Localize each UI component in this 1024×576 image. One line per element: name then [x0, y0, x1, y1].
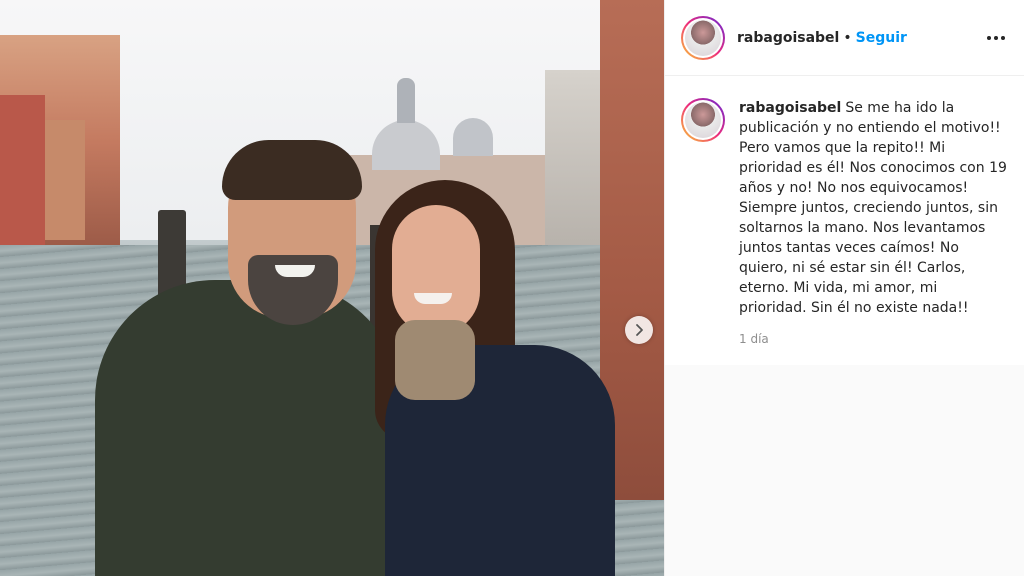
photo-man-smile	[275, 265, 315, 277]
comments-area	[665, 365, 1024, 576]
instagram-post: rabagoisabel • Seguir rabagoisabel Se me …	[0, 0, 1024, 576]
avatar[interactable]	[681, 98, 725, 142]
caption-text: Se me ha ido la publicación y no entiend…	[739, 100, 1007, 316]
photo-woman-smile	[414, 293, 452, 304]
caption-comment: rabagoisabel Se me ha ido la publicación …	[665, 76, 1024, 318]
post-header: rabagoisabel • Seguir	[665, 0, 1024, 76]
avatar-image	[685, 19, 721, 56]
caption-text-block: rabagoisabel Se me ha ido la publicación …	[739, 98, 1008, 318]
photo-woman-scarf	[395, 320, 475, 400]
post-photo[interactable]	[0, 0, 664, 576]
header-username[interactable]: rabagoisabel	[737, 30, 839, 46]
photo-building	[0, 95, 45, 245]
separator-dot: •	[843, 29, 852, 46]
photo-woman-face	[392, 205, 480, 335]
next-photo-button[interactable]	[625, 316, 653, 344]
photo-building	[45, 120, 85, 240]
follow-button[interactable]: Seguir	[856, 30, 907, 46]
photo-dome-lantern	[397, 78, 415, 123]
avatar-image	[685, 102, 721, 138]
photo-man-coat	[95, 280, 405, 576]
more-options-icon[interactable]	[984, 26, 1008, 50]
photo-man-hair	[222, 140, 362, 200]
photo-dome	[453, 118, 493, 156]
chevron-right-icon	[636, 324, 643, 336]
avatar[interactable]	[681, 15, 725, 60]
post-timestamp[interactable]: 1 día	[739, 332, 1024, 346]
post-side-panel: rabagoisabel • Seguir rabagoisabel Se me …	[664, 0, 1024, 576]
caption-username[interactable]: rabagoisabel	[739, 100, 841, 116]
